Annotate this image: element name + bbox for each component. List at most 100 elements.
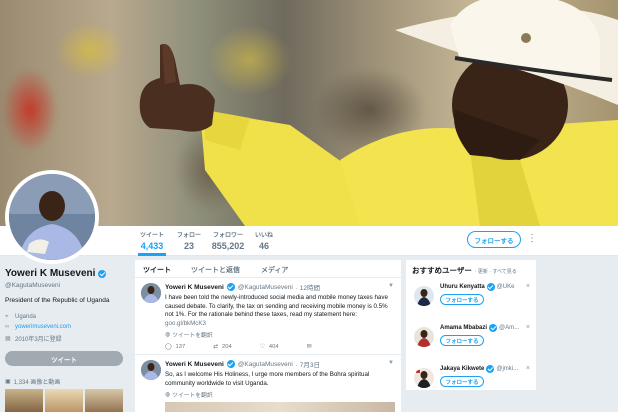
stat-tweets[interactable]: ツイート 4,433 xyxy=(138,230,166,256)
tweet-author-handle[interactable]: @KagutaMuseveni xyxy=(238,361,293,368)
suggested-user-photo xyxy=(414,286,434,306)
profile-url[interactable]: ∞ yowerimuseveni.com xyxy=(5,324,130,330)
who-to-follow-header: おすすめユーザー · 更新 · すべて見る xyxy=(412,265,530,276)
translate-tweet[interactable]: ◍ ツイートを翻訳 xyxy=(165,390,395,400)
tweet-header: Yoweri K Museveni @KagutaMuseveni · 12時間 xyxy=(165,282,395,292)
tweet-author-name[interactable]: Yoweri K Museveni xyxy=(165,284,224,291)
tweet-text: So, as I welcome His Holiness, I urge mo… xyxy=(165,371,370,387)
tweet-link[interactable]: goo.gl/bkMcK3 xyxy=(165,320,206,327)
profile-card: Yoweri K Museveni @KagutaMuseveni Presid… xyxy=(5,268,130,412)
stat-followers[interactable]: フォロワー 855,202 xyxy=(210,230,246,251)
suggested-user-avatar[interactable] xyxy=(414,286,434,306)
profile-name-row: Yoweri K Museveni xyxy=(5,268,130,279)
reply-button[interactable]: ◯ 137 xyxy=(165,344,185,350)
suggested-user[interactable]: Jakaya Kikwete @jmki... × フォローする xyxy=(412,365,530,399)
suggested-user-handle[interactable]: @jmki... xyxy=(496,366,518,372)
close-icon[interactable]: × xyxy=(526,324,530,331)
tweet-time[interactable]: · 7月3日 xyxy=(296,359,320,369)
suggested-user-name[interactable]: Amama Mbabazi xyxy=(440,325,487,331)
heart-icon: ♡ xyxy=(259,344,265,350)
link-icon: ∞ xyxy=(5,324,10,330)
tweet-time[interactable]: · 12時間 xyxy=(296,282,320,292)
tab-tweets-replies[interactable]: ツイートと返信 xyxy=(191,265,240,275)
tweet-text: I have been told the newly-introduced so… xyxy=(165,294,395,328)
joined-text: 2010年3月に登録 xyxy=(15,337,62,343)
tweet-author-name[interactable]: Yoweri K Museveni xyxy=(165,361,224,368)
photo-grid xyxy=(5,389,130,412)
stat-label: ツイート xyxy=(139,233,164,239)
stat-value: 4,433 xyxy=(140,241,164,251)
profile-bio: President of the Republic of Uganda xyxy=(5,297,110,304)
tweet-avatar-photo xyxy=(141,360,161,380)
tweet-avatar[interactable] xyxy=(141,360,161,380)
suggested-user-avatar[interactable] xyxy=(414,368,434,388)
retweet-button[interactable]: ⇄ 204 xyxy=(213,344,232,350)
tweet-author-handle[interactable]: @KagutaMuseveni xyxy=(238,284,293,291)
tweet-to-button[interactable]: ツイート xyxy=(5,351,123,366)
chevron-down-icon[interactable]: ▼ xyxy=(388,360,394,366)
avatar-photo xyxy=(9,174,95,260)
tweet[interactable]: Yoweri K Museveni @KagutaMuseveni · 12時間… xyxy=(135,278,401,355)
translate-tweet[interactable]: ◍ ツイートを翻訳 xyxy=(165,330,395,340)
timeline-tabs: ツイート ツイートと返信 メディア xyxy=(135,260,401,278)
follow-user-button[interactable]: フォローする xyxy=(440,376,484,387)
tweet-avatar[interactable] xyxy=(141,283,161,303)
who-to-follow: おすすめユーザー · 更新 · すべて見る Uhuru Kenyatta @UK… xyxy=(406,260,536,390)
calendar-icon: ▦ xyxy=(5,335,11,342)
tab-tweets[interactable]: ツイート xyxy=(143,265,171,275)
stat-label: フォロワー xyxy=(212,233,243,239)
suggested-user-handle[interactable]: @Am... xyxy=(499,325,519,331)
who-to-follow-title: おすすめユーザー xyxy=(412,266,472,275)
tab-media[interactable]: メディア xyxy=(261,265,289,275)
translate-label: ツイートを翻訳 xyxy=(172,393,213,399)
suggested-user[interactable]: Amama Mbabazi @Am... × フォローする xyxy=(412,324,530,358)
like-button[interactable]: ♡ 404 xyxy=(260,344,279,350)
suggested-user-name-row: Jakaya Kikwete @jmki... xyxy=(440,365,530,373)
more-vertical-icon[interactable]: ⋮ xyxy=(527,233,537,244)
photo-thumbnail[interactable] xyxy=(85,389,123,412)
verified-badge-icon xyxy=(226,283,235,291)
photo-thumbnail[interactable] xyxy=(45,389,83,412)
photos-videos-link[interactable]: ▣ 1,334 画像と動画 xyxy=(5,377,130,386)
chevron-down-icon[interactable]: ▼ xyxy=(388,283,394,289)
tweet[interactable]: Yoweri K Museveni @KagutaMuseveni · 7月3日… xyxy=(135,355,401,412)
follow-user-button[interactable]: フォローする xyxy=(440,335,484,346)
follow-button[interactable]: フォローする xyxy=(467,231,521,248)
retweet-count: 204 xyxy=(222,344,232,350)
stat-label: いいね xyxy=(254,233,273,239)
tweet-media[interactable] xyxy=(165,402,395,412)
tweet-body: I have been told the newly-introduced so… xyxy=(165,294,388,318)
profile-handle: @KagutaMuseveni xyxy=(5,282,61,289)
stat-likes[interactable]: いいね 46 xyxy=(254,230,274,251)
close-icon[interactable]: × xyxy=(526,283,530,290)
stat-following[interactable]: フォロー 23 xyxy=(176,230,202,251)
suggested-user-avatar[interactable] xyxy=(414,327,434,347)
suggested-user[interactable]: Uhuru Kenyatta @UKe × フォローする xyxy=(412,283,530,317)
verified-badge-icon xyxy=(489,324,498,332)
like-count: 404 xyxy=(268,344,279,350)
globe-icon: ◍ xyxy=(165,391,171,398)
verified-badge-icon xyxy=(486,365,495,373)
refresh-view-all-links[interactable]: · 更新 · すべて見る xyxy=(475,268,517,275)
suggested-user-photo xyxy=(414,368,434,388)
stat-label: フォロー xyxy=(176,233,201,239)
suggested-user-name-row: Uhuru Kenyatta @UKe xyxy=(440,283,530,291)
avatar[interactable] xyxy=(5,170,99,264)
translate-label: ツイートを翻訳 xyxy=(172,333,213,339)
direct-message-button[interactable]: ✉ xyxy=(307,344,312,350)
close-icon[interactable]: × xyxy=(526,365,530,372)
follow-user-button[interactable]: フォローする xyxy=(440,294,484,305)
verified-badge-icon xyxy=(98,269,107,278)
url-text[interactable]: yowerimuseveni.com xyxy=(15,324,71,330)
stat-value: 23 xyxy=(183,241,194,251)
profile-banner xyxy=(0,0,618,226)
suggested-user-handle[interactable]: @UKe xyxy=(497,284,515,290)
photos-label: 1,334 画像と動画 xyxy=(13,380,61,386)
retweet-icon: ⇄ xyxy=(213,344,219,350)
suggested-user-name[interactable]: Uhuru Kenyatta xyxy=(440,284,485,290)
verified-badge-icon xyxy=(486,283,495,291)
photo-thumbnail[interactable] xyxy=(5,389,43,412)
reply-icon: ◯ xyxy=(165,344,172,350)
suggested-user-name[interactable]: Jakaya Kikwete xyxy=(440,366,484,372)
globe-icon: ◍ xyxy=(165,331,171,338)
